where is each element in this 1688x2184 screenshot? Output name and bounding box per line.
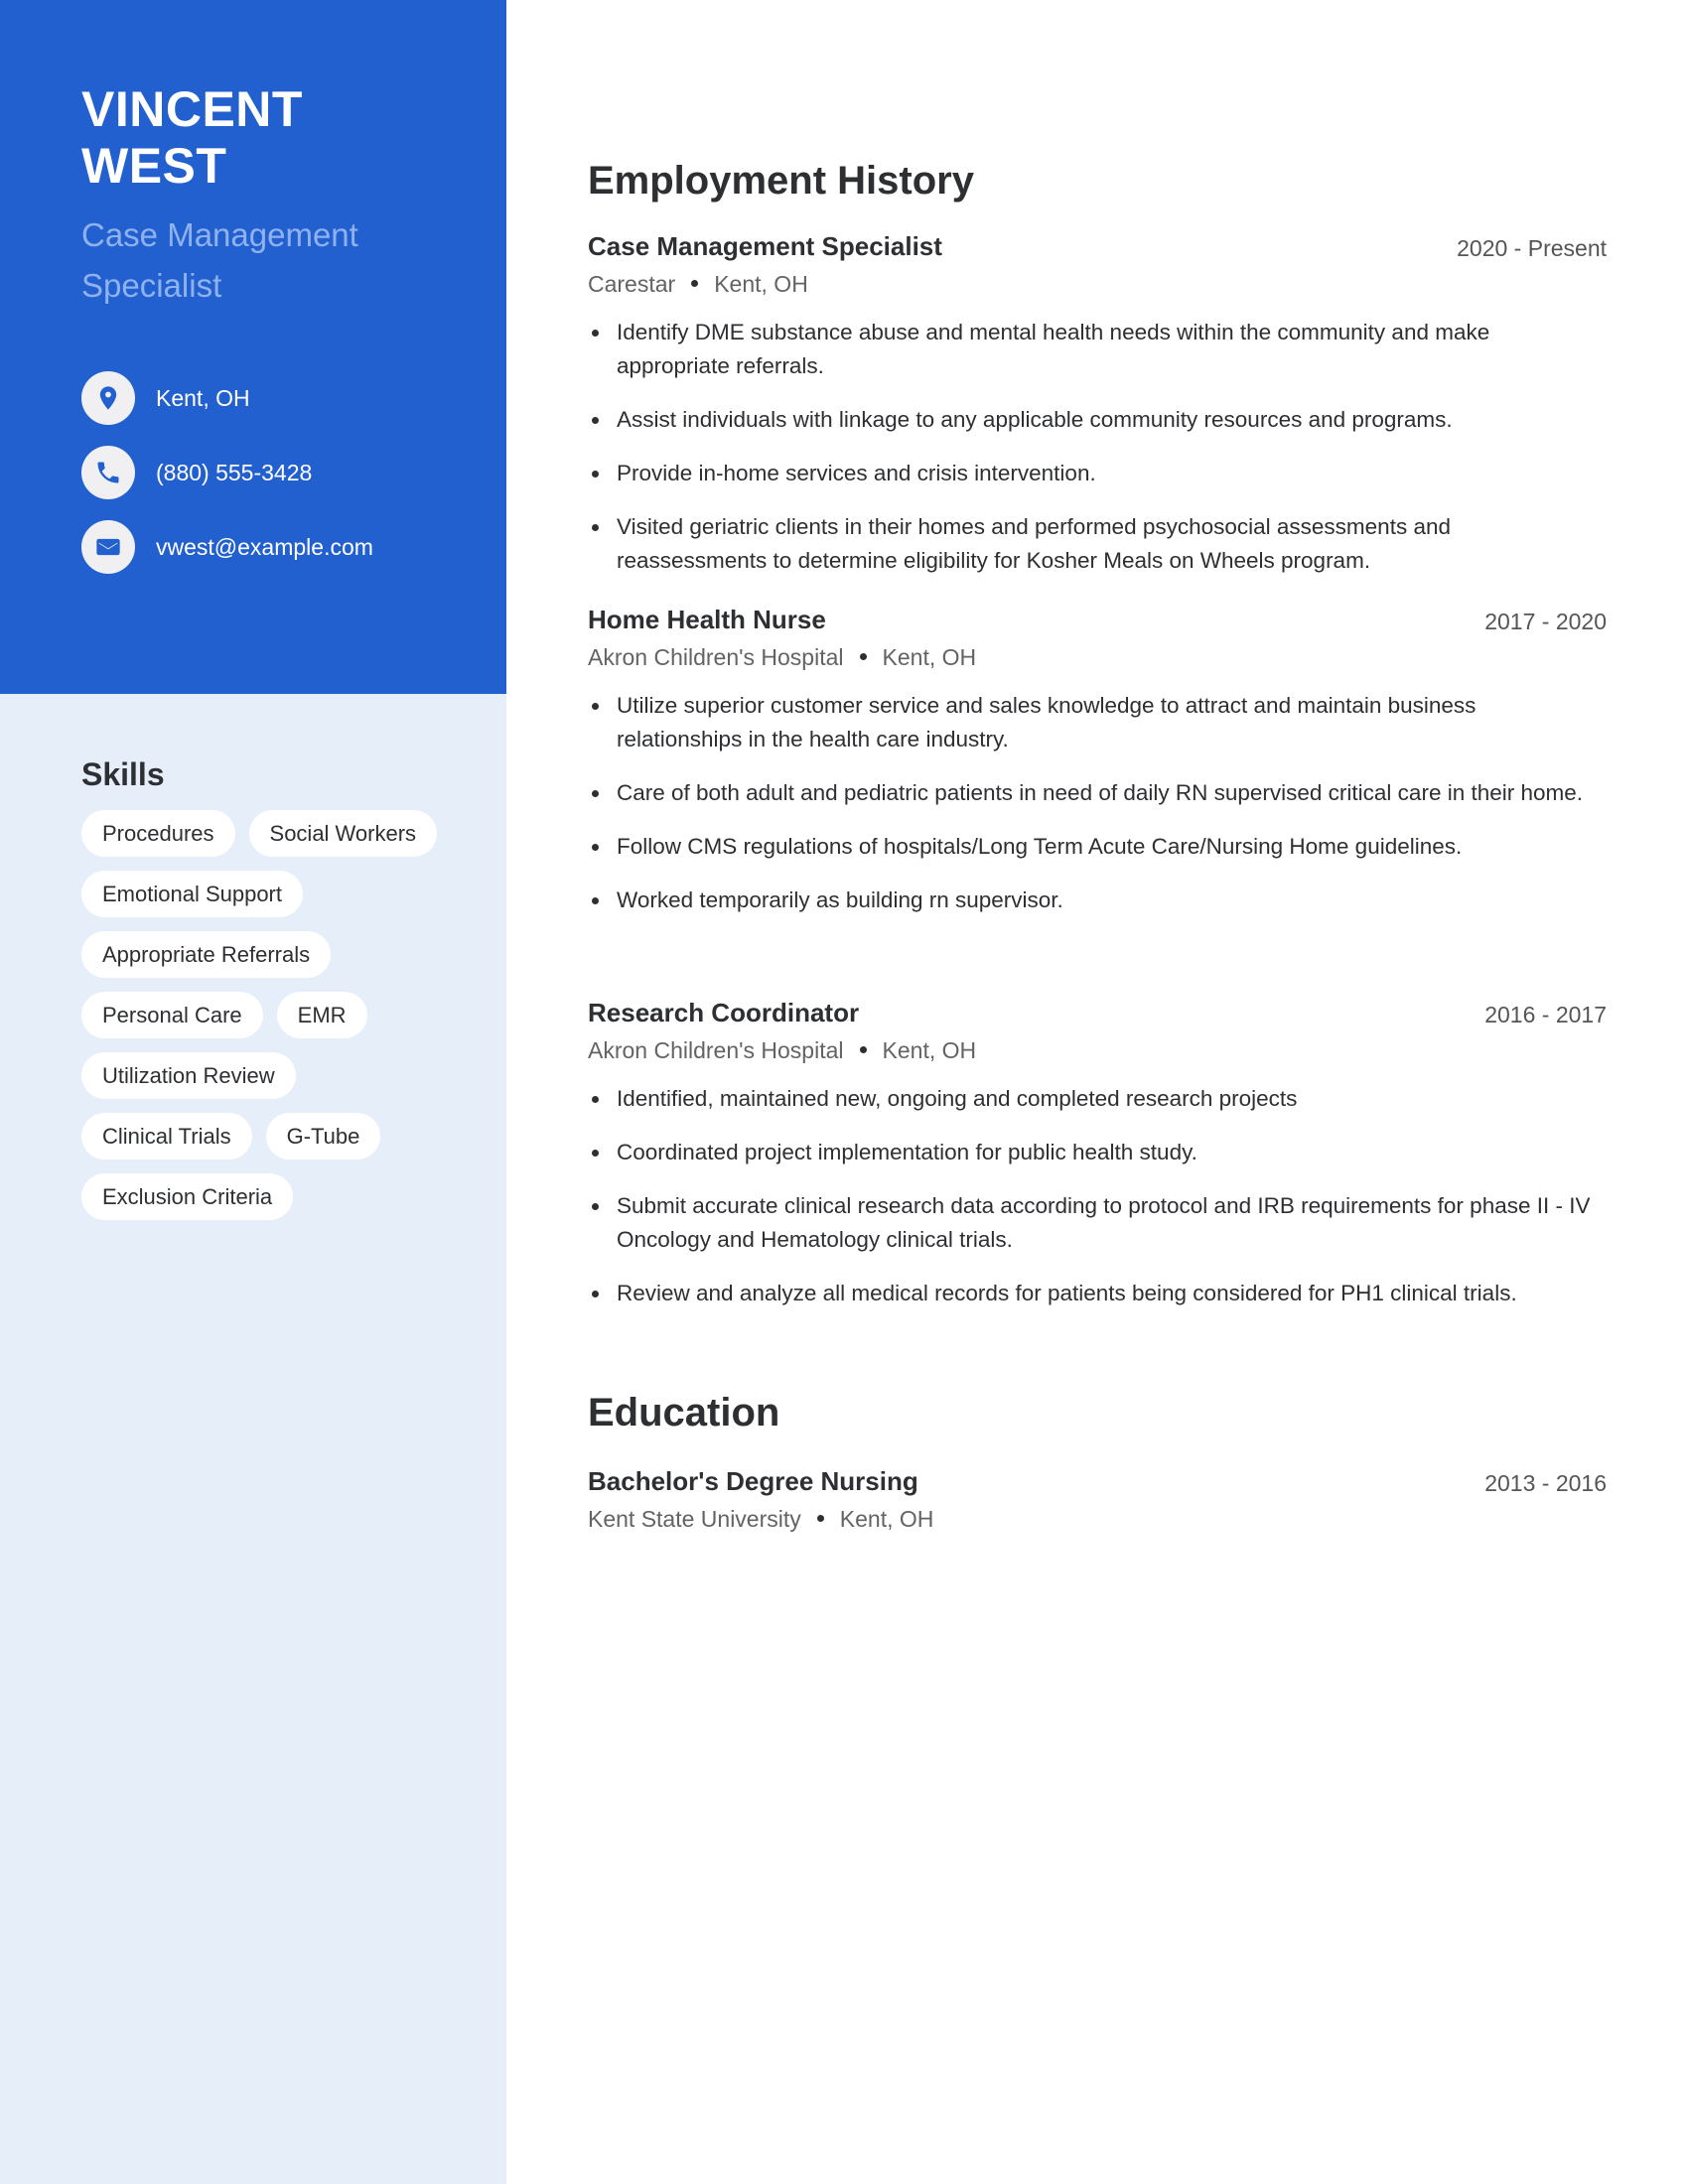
last-name: WEST <box>81 138 227 194</box>
first-name: VINCENT <box>81 81 303 137</box>
school-name: Kent State University <box>588 1506 801 1532</box>
bullet-item: Utilize superior customer service and sa… <box>588 689 1607 756</box>
bullet-item: Follow CMS regulations of hospitals/Long… <box>588 830 1607 864</box>
job-entry: Home Health Nurse 2017 - 2020 Akron Chil… <box>588 602 1607 937</box>
bullet-item: Worked temporarily as building rn superv… <box>588 884 1607 917</box>
company-name: Akron Children's Hospital <box>588 644 844 670</box>
job-location: Kent, OH <box>882 644 977 670</box>
job-title: Case Management Specialist <box>81 216 358 304</box>
bullet-item: Coordinated project implementation for p… <box>588 1136 1607 1169</box>
company-name: Akron Children's Hospital <box>588 1037 844 1063</box>
sidebar-header: VINCENT WEST Case Management Specialist … <box>0 0 506 694</box>
bullet-item: Submit accurate clinical research data a… <box>588 1189 1607 1257</box>
skill-pill: Social Workers <box>248 810 438 857</box>
job-bullets: Utilize superior customer service and sa… <box>588 689 1607 917</box>
skills-heading: Skills <box>81 756 165 792</box>
phone-icon <box>81 446 135 499</box>
separator-dot <box>859 1046 867 1054</box>
job-dates: 2016 - 2017 <box>1484 1002 1607 1027</box>
job-entry: Research Coordinator 2016 - 2017 Akron C… <box>588 995 1607 1330</box>
contact-email: vwest@example.com <box>81 520 498 574</box>
skill-pill: Clinical Trials <box>81 1113 252 1160</box>
company-name: Carestar <box>588 271 676 297</box>
contact-email-text[interactable]: vwest@example.com <box>156 534 373 561</box>
job-title: Case Management Specialist <box>588 231 942 261</box>
job-title: Research Coordinator <box>588 998 860 1027</box>
job-dates: 2017 - 2020 <box>1484 609 1607 634</box>
job-bullets: Identified, maintained new, ongoing and … <box>588 1082 1607 1310</box>
education-entry: Bachelor's Degree Nursing 2013 - 2016 Ke… <box>588 1463 1607 1537</box>
employment-heading: Employment History <box>588 159 974 203</box>
job-header: Case Management Specialist 2020 - Presen… <box>588 228 1607 264</box>
skills-list: Procedures Social Workers Emotional Supp… <box>81 810 479 1220</box>
job-employer: Akron Children's Hospital Kent, OH <box>588 1032 1607 1068</box>
job-location: Kent, OH <box>714 271 808 297</box>
job-location: Kent, OH <box>882 1037 977 1063</box>
contact-phone-text[interactable]: (880) 555-3428 <box>156 460 312 486</box>
education-institution: Kent State University Kent, OH <box>588 1501 1607 1537</box>
bullet-item: Review and analyze all medical records f… <box>588 1277 1607 1310</box>
degree-title: Bachelor's Degree Nursing <box>588 1466 918 1496</box>
job-header: Home Health Nurse 2017 - 2020 <box>588 602 1607 637</box>
bullet-item: Identified, maintained new, ongoing and … <box>588 1082 1607 1116</box>
skill-pill: Utilization Review <box>81 1052 296 1099</box>
education-dates: 2013 - 2016 <box>1484 1470 1607 1496</box>
skill-pill: Emotional Support <box>81 871 303 917</box>
skill-pill: Exclusion Criteria <box>81 1173 294 1220</box>
job-title: Home Health Nurse <box>588 605 826 634</box>
job-employer: Akron Children's Hospital Kent, OH <box>588 639 1607 675</box>
skill-pill: EMR <box>276 992 367 1038</box>
candidate-name: VINCENT WEST <box>81 81 479 195</box>
sidebar: VINCENT WEST Case Management Specialist … <box>0 0 506 2184</box>
skill-pill: Personal Care <box>81 992 263 1038</box>
job-employer: Carestar Kent, OH <box>588 266 1607 302</box>
separator-dot <box>691 280 699 288</box>
skill-pill: Procedures <box>81 810 235 857</box>
job-dates: 2020 - Present <box>1457 235 1607 261</box>
education-heading: Education <box>588 1391 780 1434</box>
bullet-item: Care of both adult and pediatric patient… <box>588 776 1607 810</box>
contact-location: Kent, OH <box>81 371 498 425</box>
contact-location-text: Kent, OH <box>156 384 250 411</box>
school-location: Kent, OH <box>839 1506 934 1532</box>
skill-pill: Appropriate Referrals <box>81 931 332 978</box>
bullet-item: Provide in-home services and crisis inte… <box>588 457 1607 490</box>
job-entry: Case Management Specialist 2020 - Presen… <box>588 228 1607 598</box>
contact-list: Kent, OH (880) 555-3428 vwest@example.co… <box>81 371 498 595</box>
separator-dot <box>816 1515 824 1523</box>
education-header: Bachelor's Degree Nursing 2013 - 2016 <box>588 1463 1607 1499</box>
bullet-item: Assist individuals with linkage to any a… <box>588 403 1607 437</box>
email-icon <box>81 520 135 574</box>
skill-pill: G-Tube <box>265 1113 381 1160</box>
job-bullets: Identify DME substance abuse and mental … <box>588 316 1607 578</box>
location-pin-icon <box>81 371 135 425</box>
separator-dot <box>859 653 867 661</box>
bullet-item: Visited geriatric clients in their homes… <box>588 510 1607 578</box>
bullet-item: Identify DME substance abuse and mental … <box>588 316 1607 383</box>
job-header: Research Coordinator 2016 - 2017 <box>588 995 1607 1030</box>
contact-phone: (880) 555-3428 <box>81 446 498 499</box>
